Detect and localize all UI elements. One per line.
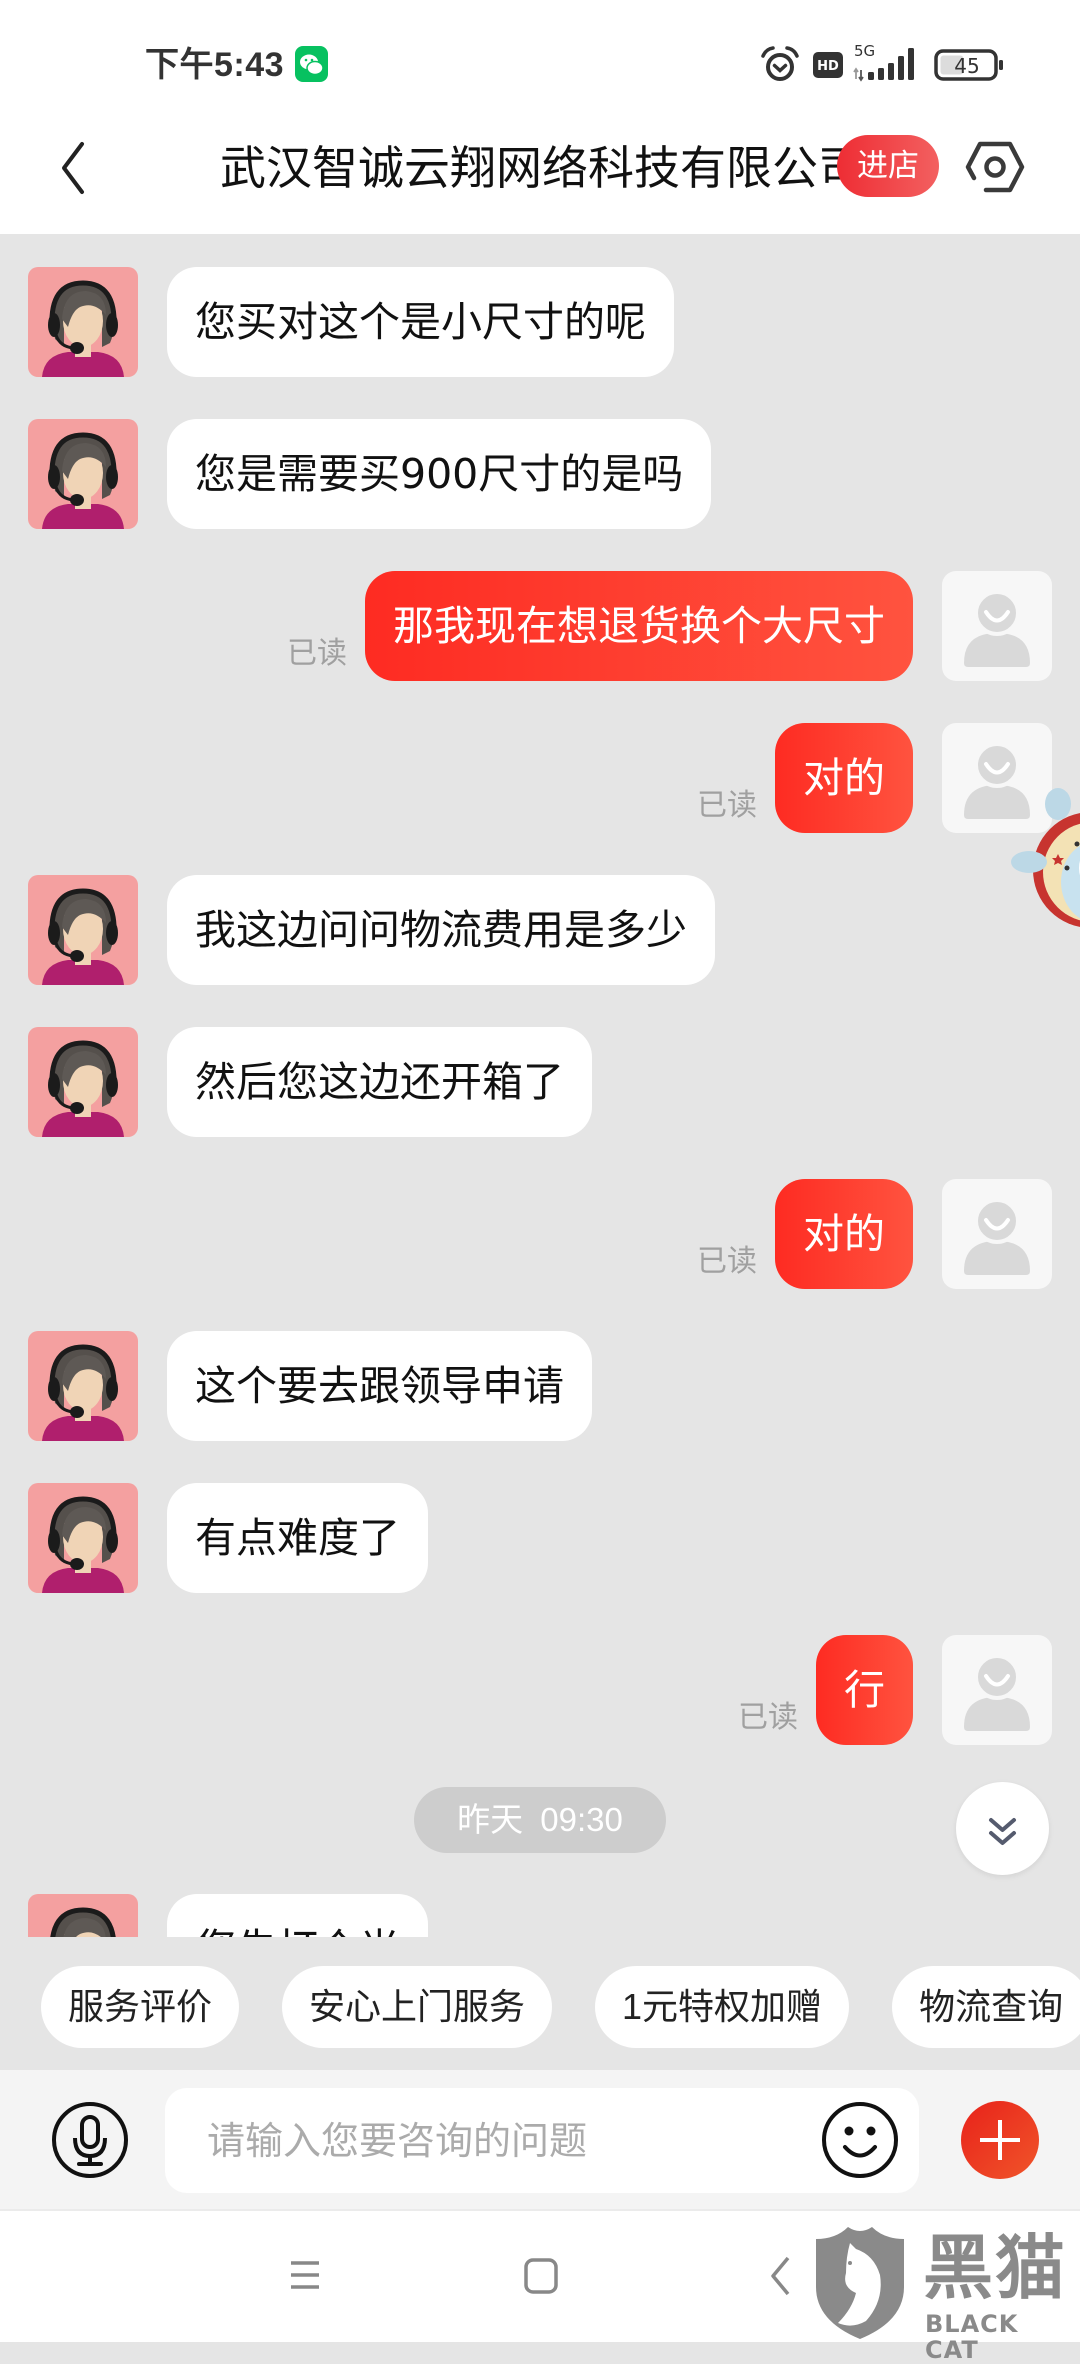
agent-avatar[interactable] — [28, 1894, 138, 1937]
agent-message-bubble[interactable]: 这个要去跟领导申请 — [167, 1331, 592, 1441]
agent-message-row: 我这边问问物流费用是多少 — [0, 875, 1080, 985]
user-message-row: 已读 对的 — [0, 1179, 1080, 1289]
chat-message-list[interactable]: 您买对这个是小尺寸的呢 您是需要买900尺寸的是吗 已读 那我现在想退货换个大尺寸 … — [0, 234, 1080, 1937]
agent-message-bubble[interactable]: 您是需要买900尺寸的是吗 — [167, 419, 712, 529]
network-label: 5G — [854, 42, 875, 60]
read-status: 已读 — [738, 1701, 798, 1734]
read-status: 已读 — [697, 789, 757, 822]
quick-reply-bar: 服务评价 安心上门服务 1元特权加赠 物流查询 — [41, 1966, 1080, 2048]
home-icon[interactable] — [523, 2257, 559, 2295]
alarm-icon — [759, 45, 801, 83]
watermark-en: BLACK CAT — [925, 2310, 1019, 2364]
quick-reply-service-rating[interactable]: 服务评价 — [41, 1966, 240, 2048]
hd-icon: HD — [813, 52, 843, 78]
user-message-bubble[interactable]: 那我现在想退货换个大尺寸 — [365, 571, 913, 681]
watermark-cn: 黑猫 — [923, 2227, 1067, 2309]
5g-signal-icon: 5G — [852, 42, 922, 82]
back-icon[interactable] — [768, 2254, 792, 2298]
user-message-row: 已读 对的 — [0, 723, 1080, 833]
quick-reply-logistics[interactable]: 物流查询 — [892, 1966, 1080, 2048]
menu-icon[interactable] — [288, 2259, 322, 2291]
agent-message-row: 有点难度了 — [0, 1483, 1080, 1593]
user-avatar[interactable] — [942, 1179, 1052, 1289]
wechat-icon — [295, 46, 328, 82]
quick-reply-privilege-gift[interactable]: 1元特权加赠 — [595, 1966, 850, 2048]
read-status: 已读 — [697, 1245, 757, 1278]
agent-message-row: 然后您这边还开箱了 — [0, 1027, 1080, 1137]
agent-avatar[interactable] — [28, 1331, 138, 1441]
microphone-icon[interactable] — [50, 2100, 130, 2180]
enter-store-button[interactable]: 进店 — [837, 135, 939, 197]
hd-label: HD — [817, 59, 839, 74]
message-input[interactable] — [207, 2088, 807, 2193]
user-message-bubble[interactable]: 对的 — [775, 723, 913, 833]
time-separator: 昨天 09:30 — [0, 1787, 1080, 1853]
status-time: 下午5:43 — [145, 46, 285, 84]
hexagon-settings-icon[interactable] — [964, 140, 1026, 194]
agent-message-row: 您买对这个是小尺寸的呢 — [0, 267, 1080, 377]
header: 下午5:43 HD 5G 45 武汉智诚云翔网络科技有限公司 进店 — [0, 0, 1080, 234]
agent-avatar[interactable] — [28, 1483, 138, 1593]
chevron-left-icon[interactable] — [52, 140, 92, 196]
battery-icon: 45 — [934, 49, 1006, 81]
black-cat-shield-logo — [812, 2225, 908, 2340]
agent-avatar[interactable] — [28, 267, 138, 377]
agent-message-bubble[interactable]: 您买对这个是小尺寸的呢 — [167, 267, 674, 377]
agent-avatar[interactable] — [28, 1027, 138, 1137]
user-message-bubble[interactable]: 对的 — [775, 1179, 913, 1289]
agent-message-bubble[interactable]: 我这边问问物流费用是多少 — [167, 875, 715, 985]
scroll-to-bottom-button[interactable] — [956, 1782, 1049, 1875]
agent-message-bubble[interactable]: 然后您这边还开箱了 — [167, 1027, 592, 1137]
agent-message-bubble[interactable]: 您先打个光 — [167, 1894, 428, 1937]
agent-message-row: 您是需要买900尺寸的是吗 — [0, 419, 1080, 529]
user-message-row: 已读 那我现在想退货换个大尺寸 — [0, 571, 1080, 681]
mascot-float-icon[interactable] — [1003, 782, 1080, 932]
plus-icon[interactable] — [960, 2100, 1040, 2180]
chat-message-container: 您买对这个是小尺寸的呢 您是需要买900尺寸的是吗 已读 那我现在想退货换个大尺寸 … — [0, 234, 1080, 1937]
user-message-bubble[interactable]: 行 — [816, 1635, 913, 1745]
agent-message-bubble[interactable]: 有点难度了 — [167, 1483, 428, 1593]
agent-avatar[interactable] — [28, 875, 138, 985]
page-title: 武汉智诚云翔网络科技有限公司 — [220, 142, 848, 194]
read-status: 已读 — [287, 637, 347, 670]
quick-reply-home-service[interactable]: 安心上门服务 — [282, 1966, 553, 2048]
user-avatar[interactable] — [942, 571, 1052, 681]
user-avatar[interactable] — [942, 1635, 1052, 1745]
battery-label: 45 — [954, 54, 979, 78]
message-input-box — [165, 2088, 919, 2193]
user-message-row: 已读行 — [0, 1635, 1080, 1745]
double-chevron-down-icon — [989, 1818, 1016, 1845]
agent-message-row: 这个要去跟领导申请 — [0, 1331, 1080, 1441]
agent-message-row: 您先打个光 — [0, 1894, 1080, 1937]
timestamp-badge: 昨天 09:30 — [414, 1787, 666, 1853]
smiley-icon[interactable] — [820, 2100, 900, 2180]
agent-avatar[interactable] — [28, 419, 138, 529]
